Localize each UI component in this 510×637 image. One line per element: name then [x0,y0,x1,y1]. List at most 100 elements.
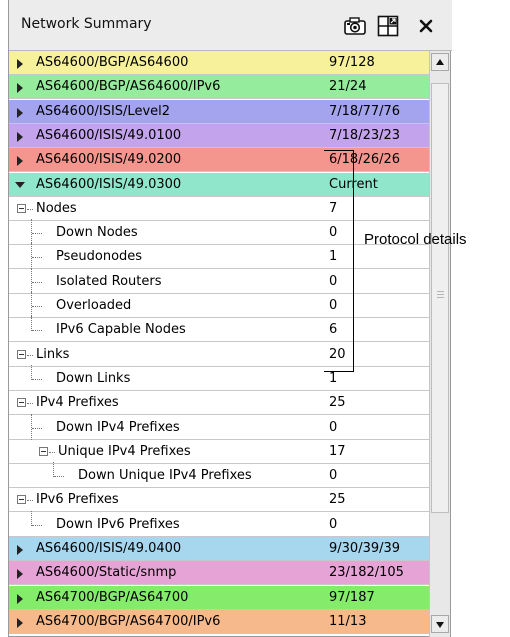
tree-connector [32,525,42,527]
row-as64700-bgp[interactable]: AS64700/BGP/AS64700 97/187 [9,586,429,610]
row-label: AS64600/ISIS/49.0300 [36,177,182,192]
summary-tree: AS64600/BGP/AS64600 97/128 AS64600/BGP/AS6… [9,51,429,637]
row-value: 0 [329,420,338,435]
tree-item-down-unique-ipv4-prefixes[interactable]: Down Unique IPv4 Prefixes 0 [9,462,429,488]
row-value: 21/24 [329,79,367,94]
collapse-toggle-icon[interactable] [39,447,48,456]
row-label: AS64600/ISIS/49.0200 [36,152,182,167]
scroll-down-button[interactable] [431,615,449,633]
row-label: AS64700/BGP/AS64700 [36,590,189,605]
tree-connector [31,414,33,440]
row-value: 7/18/77/76 [329,104,401,119]
tree-connector [32,330,42,332]
row-as64600-isis-49-0100[interactable]: AS64600/ISIS/49.0100 7/18/23/23 [9,124,429,148]
collapse-toggle-icon[interactable] [17,398,26,407]
tree-connector [32,428,42,430]
collapse-toggle-icon[interactable] [17,204,26,213]
tree-item-unique-ipv4-prefixes[interactable]: Unique IPv4 Prefixes 17 [9,440,429,464]
row-value: 25 [329,395,346,410]
row-label: Down IPv4 Prefixes [56,420,180,435]
tree-connector [31,243,33,269]
expand-arrow-icon[interactable] [17,83,23,93]
row-as64600-isis-49-0300[interactable]: AS64600/ISIS/49.0300 Current [9,173,429,197]
tree-item-isolated-routers[interactable]: Isolated Routers 0 [9,268,429,294]
tree-connector [31,268,33,294]
close-icon[interactable] [413,13,439,39]
expand-arrow-icon[interactable] [17,132,23,142]
tree-item-pseudonodes[interactable]: Pseudonodes 1 [9,243,429,269]
row-label: Down Unique IPv4 Prefixes [78,468,252,483]
row-as64600-bgp-ipv6[interactable]: AS64600/BGP/AS64600/IPv6 21/24 [9,75,429,99]
tree-item-links[interactable]: Links 20 [9,343,429,367]
row-value: 25 [329,492,346,507]
scroll-up-button[interactable] [431,53,449,71]
tree-item-down-links[interactable]: Down Links 1 [9,365,429,391]
row-as64700-bgp-ipv6[interactable]: AS64700/BGP/AS64700/IPv6 11/13 [9,610,429,634]
tree-connector [49,452,55,454]
protocol-details-callout: Protocol details [364,231,467,248]
tree-connector [31,219,33,245]
expand-arrow-icon[interactable] [17,569,23,579]
tree-connector [32,282,42,284]
row-label: AS64600/BGP/AS64600/IPv6 [36,79,221,94]
row-as64600-isis-49-0400[interactable]: AS64600/ISIS/49.0400 9/30/39/39 [9,537,429,561]
row-label: AS64600/Static/snmp [36,565,177,580]
expand-arrow-icon[interactable] [17,59,23,69]
scrollbar-thumb[interactable] [431,83,449,513]
row-as64600-isis-49-0200[interactable]: AS64600/ISIS/49.0200 6/18/26/26 [9,148,429,172]
tree-item-ipv4-prefixes[interactable]: IPv4 Prefixes 25 [9,391,429,415]
row-value: 97/187 [329,590,375,605]
network-summary-panel: Network Summary AS64600/BGP/AS64600 97/1… [8,0,452,637]
vertical-scrollbar[interactable] [429,51,450,637]
row-label: Unique IPv4 Prefixes [58,444,191,459]
row-label: Pseudonodes [56,249,143,264]
row-label: AS64600/ISIS/Level2 [36,104,171,119]
tree-item-overloaded[interactable]: Overloaded 0 [9,292,429,318]
row-label: AS64600/BGP/AS64600 [36,55,189,70]
expand-arrow-icon[interactable] [17,156,23,166]
camera-icon[interactable] [342,13,368,39]
row-label: IPv6 Capable Nodes [56,322,186,337]
row-as64600-bgp[interactable]: AS64600/BGP/AS64600 97/128 [9,51,429,75]
tree-item-down-ipv4-prefixes[interactable]: Down IPv4 Prefixes 0 [9,414,429,440]
tree-item-down-ipv6-prefixes[interactable]: Down IPv6 Prefixes 0 [9,511,429,537]
row-label: IPv6 Prefixes [36,492,119,507]
row-label: Down Links [56,371,131,386]
row-as64600-isis-level2[interactable]: AS64600/ISIS/Level2 7/18/77/76 [9,100,429,124]
tree-connector [32,257,42,259]
tree-item-ipv6-prefixes[interactable]: IPv6 Prefixes 25 [9,488,429,512]
row-value: 11/13 [329,614,367,629]
title-bar: Network Summary [9,0,452,51]
row-value: 23/182/105 [329,565,404,580]
tree-connector [31,511,33,526]
expand-arrow-icon[interactable] [17,618,23,628]
expand-arrow-icon[interactable] [17,108,23,118]
tree-item-nodes[interactable]: Nodes 7 [9,197,429,221]
row-value: 0 [329,468,338,483]
row-label: AS64700/BGP/AS64700/IPv6 [36,614,221,629]
row-value: 97/128 [329,55,375,70]
expand-arrow-open-icon[interactable] [15,182,25,188]
collapse-toggle-icon[interactable] [17,495,26,504]
tree-connector [32,233,42,235]
expand-arrow-icon[interactable] [17,545,23,555]
tree-connector [31,292,33,318]
row-label: AS64600/ISIS/49.0100 [36,128,182,143]
collapse-toggle-icon[interactable] [17,350,26,359]
tree-item-ipv6-capable-nodes[interactable]: IPv6 Capable Nodes 6 [9,316,429,342]
row-label: AS64600/ISIS/49.0400 [36,541,182,556]
tree-connector [27,500,33,502]
tree-connector [32,379,42,381]
tree-connector [53,462,55,477]
row-value: 0 [329,517,338,532]
expand-arrow-icon[interactable] [17,594,23,604]
tree-connector [31,365,33,380]
row-as64600-static-snmp[interactable]: AS64600/Static/snmp 23/182/105 [9,561,429,585]
protocol-details-bracket [324,150,354,372]
detach-window-icon[interactable] [375,13,401,39]
tree-connector [27,209,33,211]
row-label: Down Nodes [56,225,138,240]
tree-connector [27,355,33,357]
row-label: Links [36,347,70,362]
row-value: 17 [329,444,346,459]
